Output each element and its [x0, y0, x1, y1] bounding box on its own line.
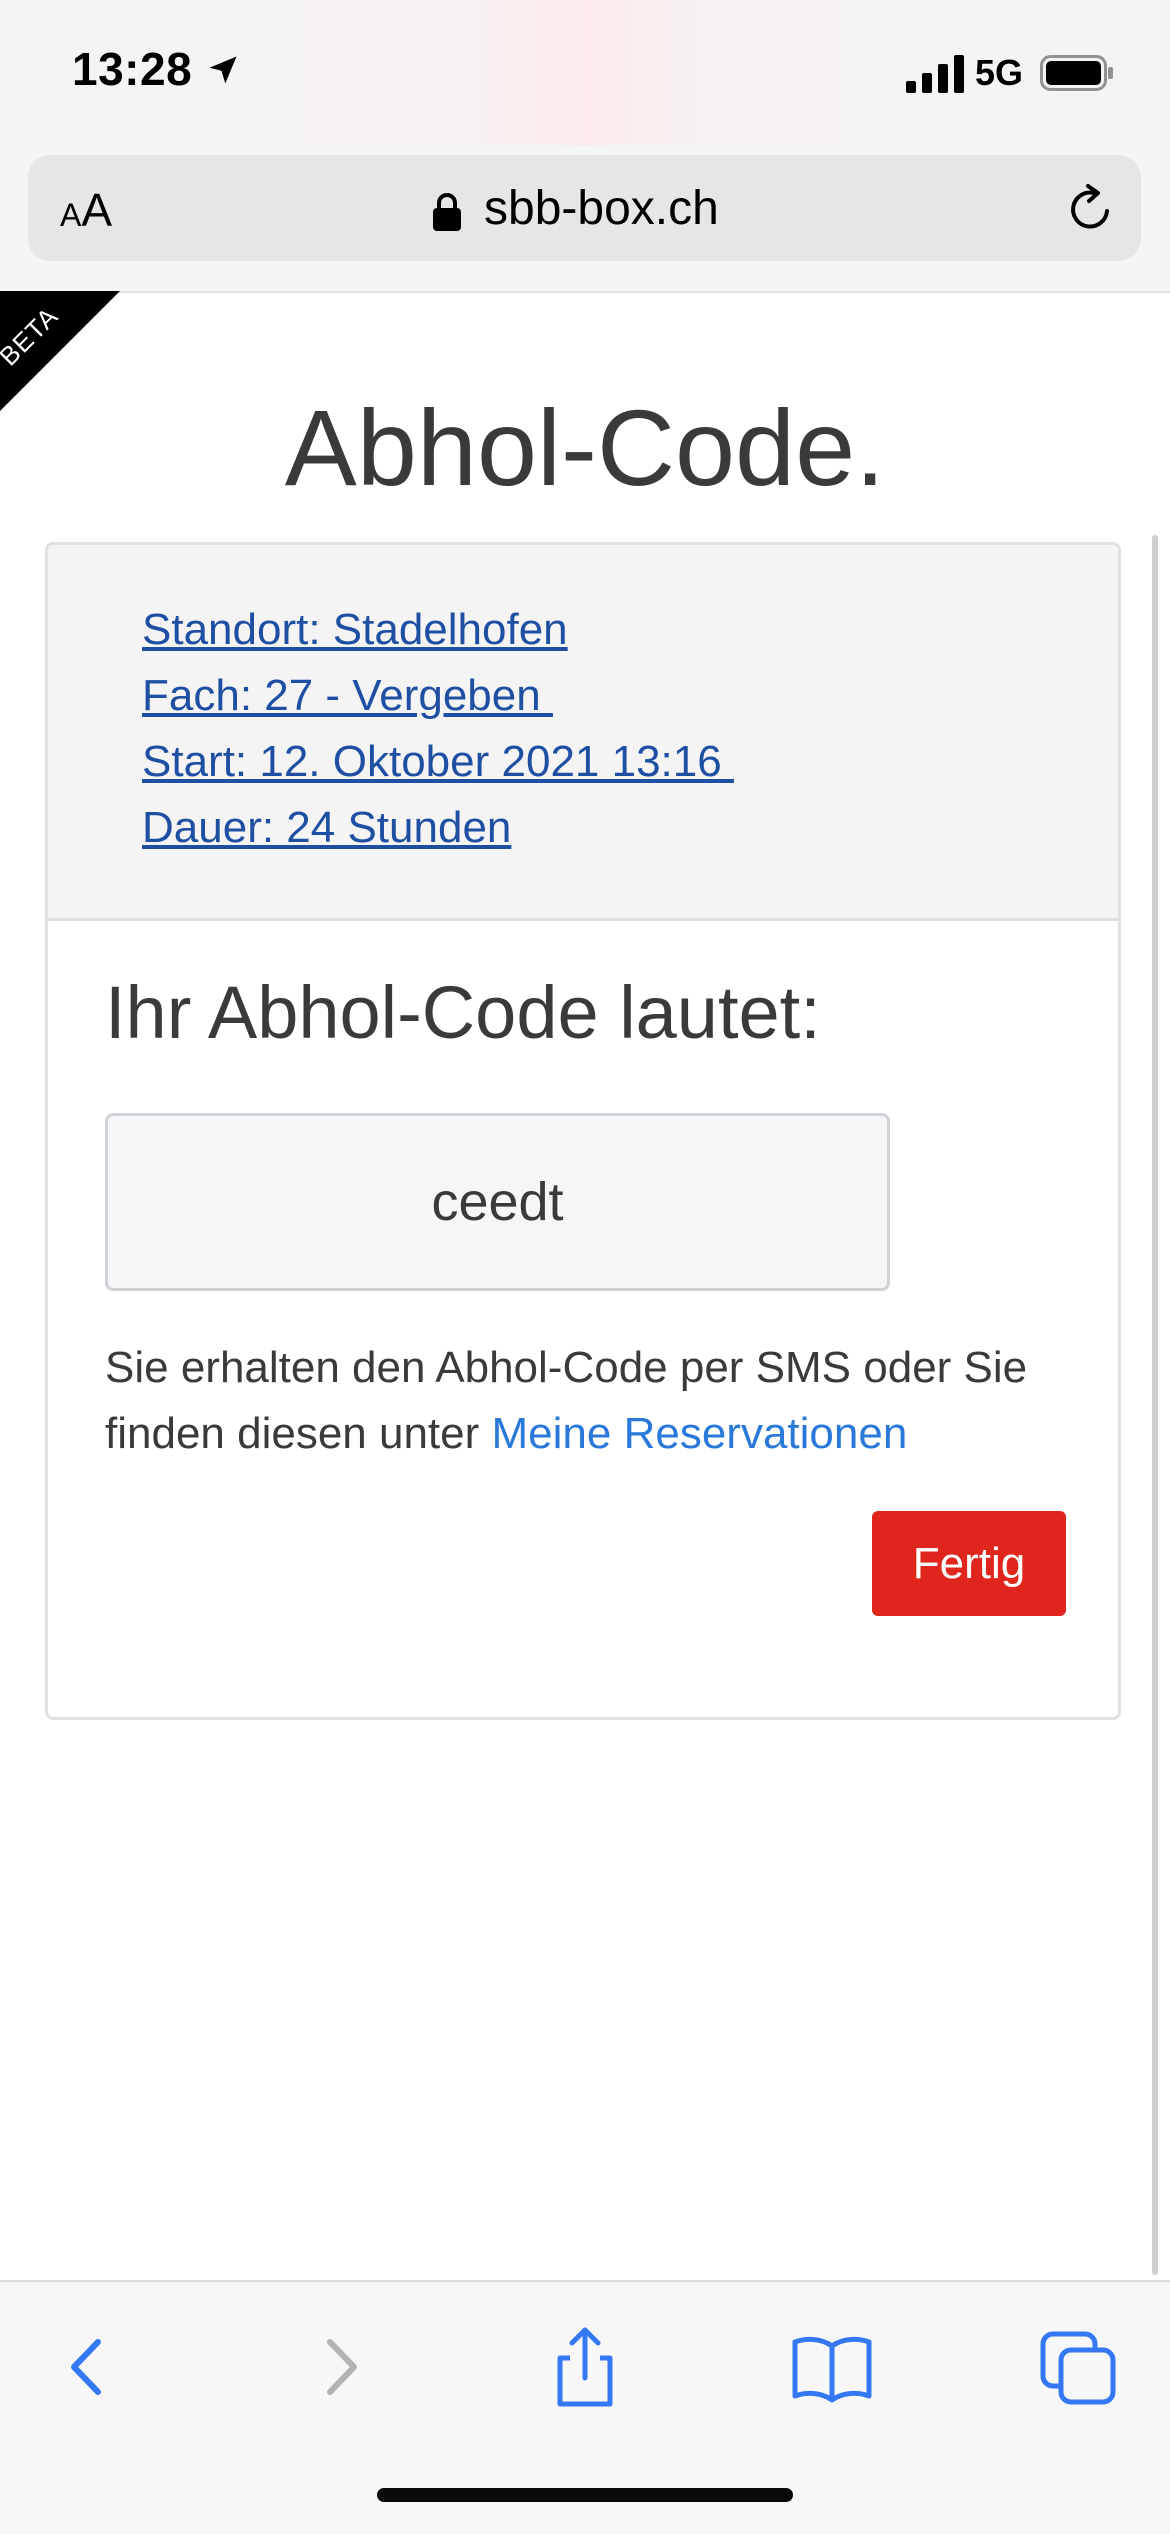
scrollbar[interactable] — [1152, 535, 1158, 2275]
page-title: Abhol-Code. — [284, 387, 886, 508]
status-time: 13:28 — [72, 43, 193, 95]
share-icon[interactable] — [540, 2322, 630, 2412]
info-duration-link[interactable]: Dauer: 24 Stunden — [142, 795, 734, 861]
reservation-card: Standort: Stadelhofen Fach: 27 - Vergebe… — [45, 542, 1121, 1720]
address-bar[interactable]: AA sbb-box.ch — [28, 155, 1141, 261]
browser-address-area: AA sbb-box.ch — [0, 145, 1170, 293]
bookmarks-icon[interactable] — [787, 2322, 877, 2412]
reservation-info: Standort: Stadelhofen Fach: 27 - Vergebe… — [48, 545, 1118, 921]
info-locker-link[interactable]: Fach: 27 - Vergeben — [142, 663, 734, 729]
code-heading: Ihr Abhol-Code lautet: — [105, 971, 821, 1054]
code-note: Sie erhalten den Abhol-Code per SMS oder… — [105, 1335, 1085, 1467]
my-reservations-link[interactable]: Meine Reservationen — [492, 1409, 908, 1458]
battery-icon — [1040, 55, 1113, 91]
forward-icon[interactable] — [294, 2322, 384, 2412]
lock-icon — [433, 193, 461, 231]
tabs-icon[interactable] — [1035, 2322, 1125, 2412]
reload-icon[interactable] — [1064, 183, 1116, 235]
pickup-code-field[interactable]: ceedt — [105, 1113, 890, 1291]
info-start-link[interactable]: Start: 12. Oktober 2021 13:16 — [142, 729, 734, 795]
url-domain[interactable]: sbb-box.ch — [484, 181, 719, 236]
status-bar: 13:28 5G — [0, 0, 1170, 145]
location-arrow-icon — [209, 56, 237, 84]
done-button[interactable]: Fertig — [872, 1511, 1066, 1616]
back-icon[interactable] — [42, 2322, 132, 2412]
info-location-link[interactable]: Standort: Stadelhofen — [142, 597, 734, 663]
network-type: 5G — [975, 52, 1024, 93]
home-indicator[interactable] — [377, 2488, 793, 2502]
info-list: Standort: Stadelhofen Fach: 27 - Vergebe… — [142, 597, 734, 861]
text-size-button[interactable]: AA — [60, 183, 112, 237]
cellular-signal-icon — [906, 55, 964, 93]
